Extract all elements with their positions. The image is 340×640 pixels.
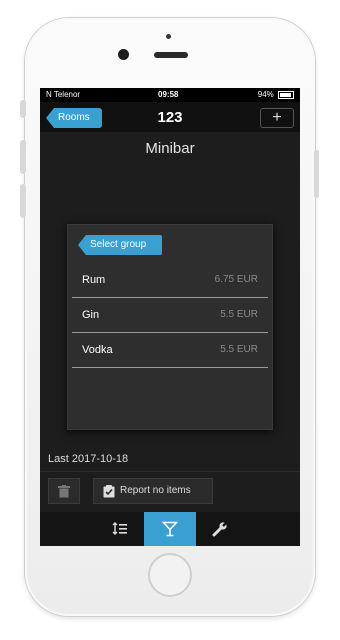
list-item[interactable]: Gin 5.5 EUR — [72, 298, 268, 333]
cocktail-icon — [162, 521, 178, 537]
last-report-date: Last 2017-10-18 — [48, 453, 129, 465]
clipboard-check-icon — [103, 485, 115, 498]
power-button — [314, 150, 319, 198]
list-item[interactable]: Vodka 5.5 EUR — [72, 333, 268, 368]
carrier-label: N Telenor — [46, 90, 81, 99]
trash-icon — [58, 485, 70, 498]
battery-label: 94% — [258, 90, 294, 99]
status-bar: N Telenor 09:58 94% — [40, 88, 300, 102]
app-screen: N Telenor 09:58 94% Rooms 123 + Minibar … — [40, 88, 300, 546]
battery-icon — [278, 90, 294, 99]
tab-settings[interactable] — [194, 512, 246, 546]
navigation-bar: Rooms 123 + — [40, 102, 300, 132]
item-list: Rum 6.75 EUR Gin 5.5 EUR Vodka 5.5 EUR — [68, 263, 272, 368]
item-name: Gin — [82, 309, 100, 321]
volume-down-button — [20, 184, 26, 218]
earpiece-speaker — [154, 52, 188, 58]
report-label: Report no items — [120, 485, 191, 496]
select-group-button[interactable]: Select group — [78, 235, 162, 255]
tab-bar — [40, 512, 300, 546]
proximity-sensor — [166, 34, 171, 39]
divider — [40, 471, 300, 472]
item-price: 5.5 EUR — [220, 344, 258, 355]
tab-minibar[interactable] — [144, 512, 196, 546]
page-title: Minibar — [145, 140, 195, 157]
front-camera — [118, 49, 129, 60]
mute-switch — [20, 100, 26, 118]
battery-percent: 94% — [257, 90, 274, 99]
item-name: Vodka — [82, 344, 113, 356]
volume-up-button — [20, 140, 26, 174]
add-button[interactable]: + — [260, 108, 294, 128]
tab-list[interactable] — [94, 512, 146, 546]
wrench-icon — [212, 521, 228, 537]
item-price: 5.5 EUR — [220, 309, 258, 320]
delete-button[interactable] — [48, 478, 80, 504]
list-order-icon — [112, 522, 127, 535]
report-no-items-button[interactable]: Report no items — [93, 478, 213, 504]
list-item[interactable]: Rum 6.75 EUR — [72, 263, 268, 298]
home-button[interactable] — [148, 553, 192, 597]
item-name: Rum — [82, 274, 106, 286]
items-panel: Select group Rum 6.75 EUR Gin 5.5 EUR Vo… — [67, 224, 273, 430]
status-time: 09:58 — [158, 90, 179, 99]
item-price: 6.75 EUR — [214, 274, 258, 285]
